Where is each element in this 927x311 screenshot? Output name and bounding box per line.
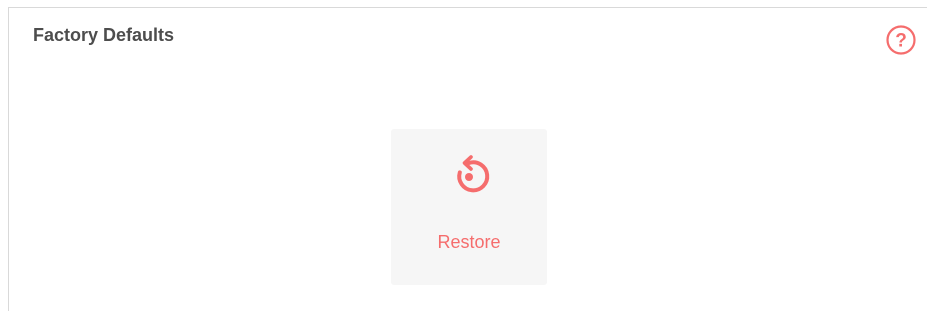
section-title: Factory Defaults — [33, 25, 175, 45]
restore-label: Restore — [437, 232, 501, 252]
help-icon: ? — [886, 25, 916, 55]
svg-text:?: ? — [895, 31, 907, 52]
help-button[interactable]: ? — [885, 24, 917, 56]
factory-defaults-panel: Factory Defaults ? Restore — [8, 7, 927, 311]
restore-button[interactable]: Restore — [391, 129, 547, 285]
restore-icon — [457, 155, 490, 193]
